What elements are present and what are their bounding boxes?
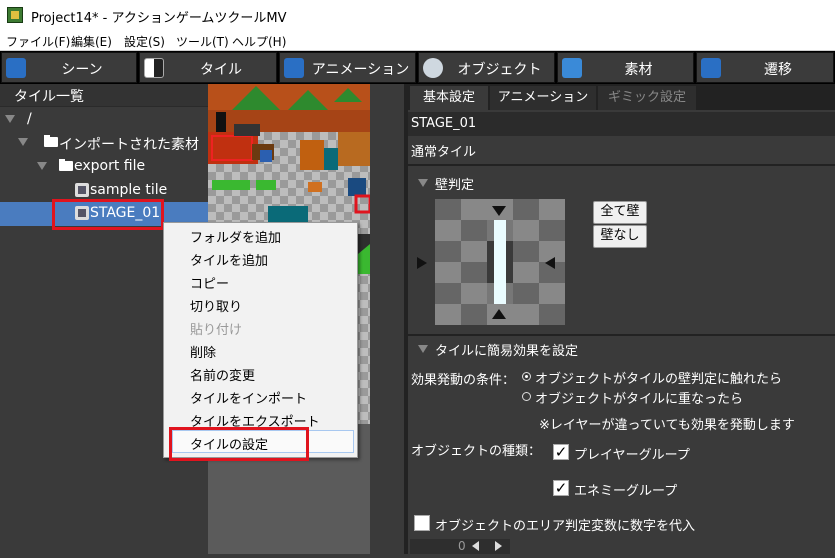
enemy-group-checkbox[interactable]: ✓ <box>553 480 569 496</box>
expand-icon[interactable] <box>37 162 47 170</box>
menu-settings[interactable]: 設定(S) <box>124 33 165 50</box>
folder-icon <box>59 159 73 171</box>
context-menu: フォルダを追加 タイルを追加 コピー 切り取り 貼り付け 削除 名前の変更 タイ… <box>163 222 358 461</box>
section-divider <box>408 334 835 336</box>
radio-touch-wall-label[interactable]: オブジェクトがタイルの壁判定に触れたら <box>535 368 782 387</box>
tile-icon <box>144 58 164 78</box>
tab-object[interactable]: オブジェクト <box>418 52 555 83</box>
wall-top-cell[interactable] <box>461 199 487 220</box>
wall-right-arrow-icon[interactable] <box>545 257 555 269</box>
area-var-spinner[interactable]: 0 <box>410 539 510 554</box>
all-wall-button[interactable]: 全て壁 <box>593 201 647 224</box>
tab-transition[interactable]: 遷移 <box>696 52 834 83</box>
expand-icon[interactable] <box>18 138 28 146</box>
tree-row-export[interactable]: export file <box>0 155 208 179</box>
tab-animation-settings[interactable]: アニメーション <box>490 86 596 110</box>
wall-editor[interactable] <box>417 199 565 325</box>
menu-cut[interactable]: 切り取り <box>190 296 242 315</box>
player-group-label[interactable]: プレイヤーグループ <box>574 444 690 463</box>
tree-row-root[interactable]: / <box>0 108 208 132</box>
spinner-increase-icon[interactable] <box>495 541 502 551</box>
tree-row-imported[interactable]: インポートされた素材 <box>0 131 208 155</box>
player-group-checkbox[interactable]: ✓ <box>553 444 569 460</box>
menu-add-folder[interactable]: フォルダを追加 <box>190 227 281 246</box>
tab-animation[interactable]: アニメーション <box>279 52 416 83</box>
condition-label: 効果発動の条件： <box>411 373 516 388</box>
menu-edit[interactable]: 編集(E) <box>71 33 112 50</box>
highlight-box <box>52 199 164 230</box>
wall-left-arrow-icon[interactable] <box>417 257 427 269</box>
area-var-label[interactable]: オブジェクトのエリア判定変数に数字を代入 <box>435 515 695 534</box>
window-title: Project14* - アクションゲームツクールMV <box>31 11 287 26</box>
menu-paste[interactable]: 貼り付け <box>190 319 242 338</box>
menu-bar: ファイル(F) 編集(E) 設定(S) ツール(T) ヘルプ(H) <box>0 30 835 51</box>
wall-bottom-arrow-icon[interactable] <box>492 309 506 319</box>
app-icon <box>7 7 23 23</box>
menu-add-tile[interactable]: タイルを追加 <box>190 250 268 269</box>
spinner-decrease-icon[interactable] <box>472 541 479 551</box>
tile-settings-panel: 基本設定 アニメーション ギミック設定 STAGE_01 通常タイル 壁判定 全… <box>408 84 835 554</box>
enemy-group-label[interactable]: エネミーグループ <box>574 480 677 499</box>
object-type-label: オブジェクトの種類： <box>411 444 542 459</box>
menu-rename[interactable]: 名前の変更 <box>190 365 255 384</box>
radio-overlap-tile[interactable] <box>522 392 531 401</box>
radio-touch-wall[interactable] <box>522 372 531 381</box>
menu-tools[interactable]: ツール(T) <box>176 33 229 50</box>
spinner-value: 0 <box>458 539 466 553</box>
tab-gimmick-settings[interactable]: ギミック設定 <box>598 86 696 110</box>
wall-vertical-bar <box>494 220 506 304</box>
wall-top-arrow-icon[interactable] <box>492 206 506 216</box>
wall-section-title: 壁判定 <box>435 178 475 193</box>
menu-help[interactable]: ヘルプ(H) <box>232 33 286 50</box>
menu-copy[interactable]: コピー <box>190 273 229 292</box>
layer-note: ※レイヤーが違っていても効果を発動します <box>539 418 795 433</box>
collapse-wall-icon[interactable] <box>418 179 428 187</box>
menu-delete[interactable]: 削除 <box>190 342 216 361</box>
radio-overlap-tile-label[interactable]: オブジェクトがタイルに重なったら <box>535 388 743 407</box>
main-tab-bar: シーン タイル アニメーション オブジェクト 素材 遷移 <box>0 51 835 84</box>
tile-icon <box>75 183 89 197</box>
title-bar: Project14* - アクションゲームツクールMV <box>0 0 835 30</box>
transition-icon <box>701 58 721 78</box>
material-icon <box>562 58 582 78</box>
collapse-effect-icon[interactable] <box>418 345 428 353</box>
tab-tile[interactable]: タイル <box>139 52 277 83</box>
highlight-box <box>169 427 309 461</box>
expand-icon[interactable] <box>5 115 15 123</box>
scene-icon <box>6 58 26 78</box>
menu-import-tile[interactable]: タイルをインポート <box>190 388 307 407</box>
folder-icon <box>44 135 58 147</box>
section-divider <box>408 164 835 166</box>
object-icon <box>423 58 443 78</box>
tile-type-bar: 通常タイル <box>408 137 835 161</box>
area-var-checkbox[interactable] <box>414 515 430 531</box>
tab-basic-settings[interactable]: 基本設定 <box>410 86 488 110</box>
tile-tree-header: タイル一覧 <box>0 84 208 107</box>
animation-icon <box>284 58 304 78</box>
settings-tabs: 基本設定 アニメーション ギミック設定 <box>408 84 835 110</box>
tab-material[interactable]: 素材 <box>557 52 694 83</box>
menu-file[interactable]: ファイル(F) <box>6 33 70 50</box>
effect-section-title: タイルに簡易効果を設定 <box>435 344 579 359</box>
no-wall-button[interactable]: 壁なし <box>593 225 647 248</box>
tab-scene[interactable]: シーン <box>1 52 137 83</box>
tile-name-bar: STAGE_01 <box>408 112 835 136</box>
